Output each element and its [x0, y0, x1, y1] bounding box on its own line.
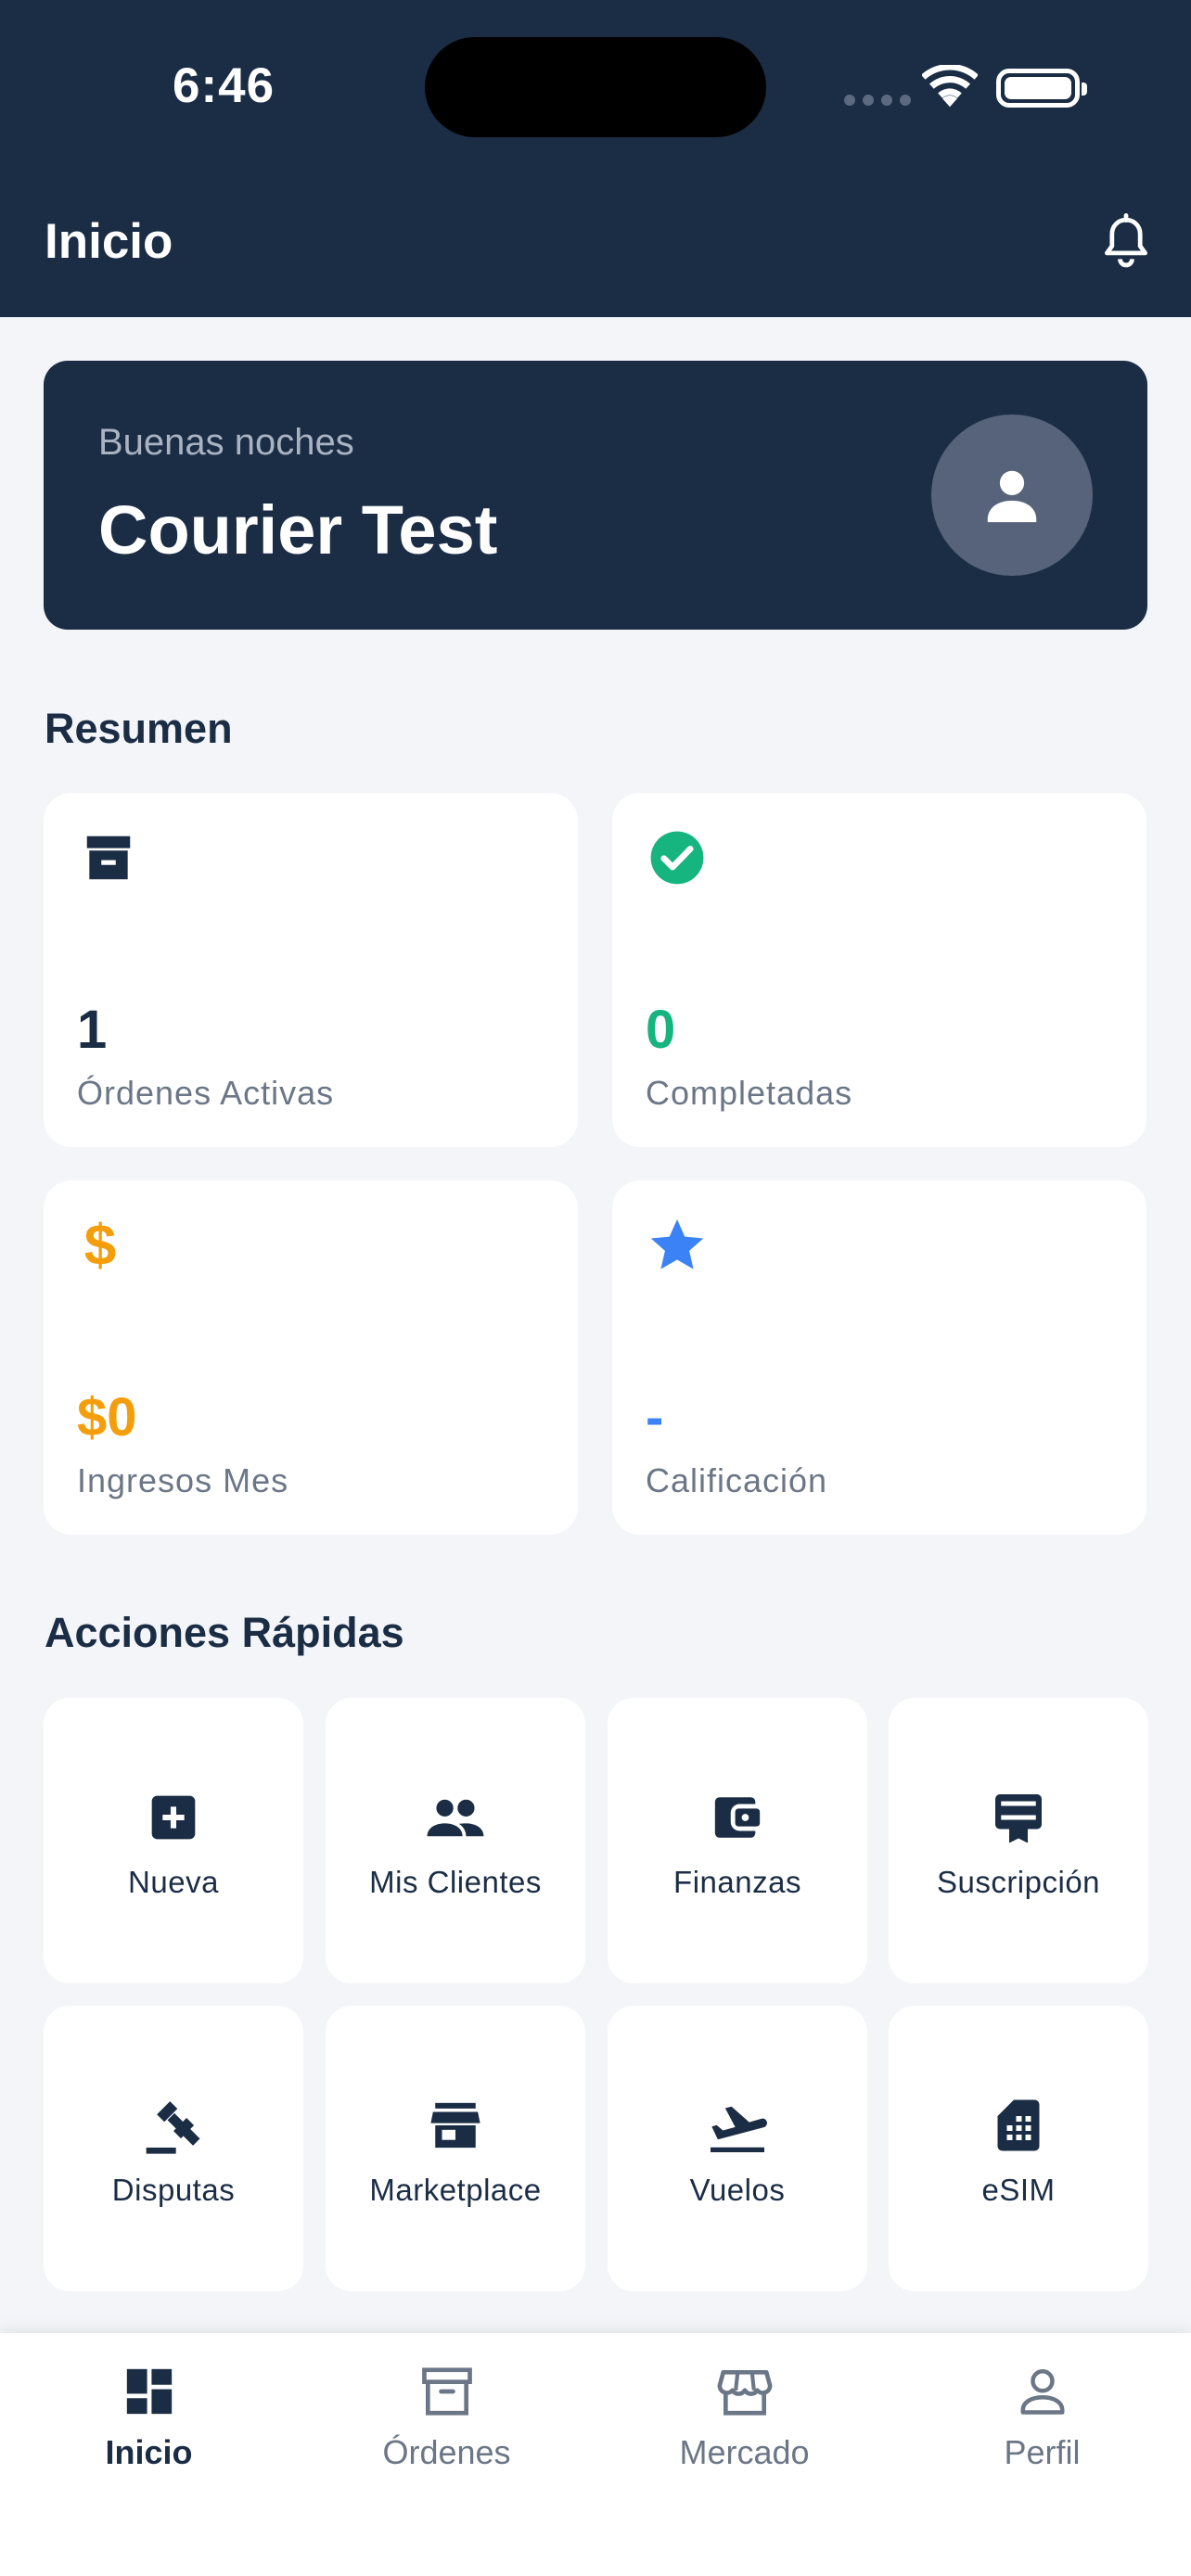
quick-actions-section-title: Acciones Rápidas	[45, 1609, 404, 1656]
action-label: Disputas	[111, 2173, 236, 2207]
stat-card-active-orders[interactable]: 1 Órdenes Activas	[44, 793, 578, 1147]
wallet-icon	[707, 1787, 768, 1848]
action-flights-button[interactable]: Vuelos	[608, 2006, 867, 2291]
action-label: Nueva	[128, 1865, 219, 1899]
action-my-clients-button[interactable]: Mis Clientes	[326, 1698, 585, 1983]
action-subscription-button[interactable]: Suscripción	[889, 1698, 1148, 1983]
sim-card-icon	[988, 2095, 1049, 2156]
nav-label: Perfil	[1004, 2433, 1081, 2471]
stat-card-rating[interactable]: - Calificación	[612, 1180, 1146, 1535]
archive-icon	[77, 826, 140, 889]
stat-card-monthly-income[interactable]: $ $0 Ingresos Mes	[44, 1180, 578, 1535]
user-name: Courier Test	[98, 491, 498, 568]
dynamic-island	[425, 37, 766, 137]
action-label: Finanzas	[673, 1865, 801, 1899]
notifications-bell-icon[interactable]	[1102, 213, 1150, 271]
nav-tab-inicio[interactable]: Inicio	[0, 2359, 298, 2472]
action-marketplace-button[interactable]: Marketplace	[326, 2006, 585, 2291]
active-orders-label: Órdenes Activas	[77, 1074, 335, 1112]
person-icon	[1010, 2359, 1075, 2424]
action-label: Vuelos	[689, 2173, 786, 2207]
action-disputes-button[interactable]: Disputas	[44, 2006, 303, 2291]
battery-icon	[996, 69, 1087, 108]
page-title: Inicio	[45, 214, 173, 269]
summary-section-title: Resumen	[45, 705, 233, 752]
action-finances-button[interactable]: Finanzas	[608, 1698, 867, 1983]
nav-label: Órdenes	[382, 2433, 511, 2471]
archive-outline-icon	[415, 2359, 480, 2424]
nav-tab-ordenes[interactable]: Órdenes	[298, 2359, 596, 2472]
store-icon	[425, 2095, 486, 2156]
action-label: Marketplace	[369, 2173, 542, 2207]
nav-tab-mercado[interactable]: Mercado	[596, 2359, 893, 2472]
cellular-signal-icon	[844, 95, 911, 106]
bottom-navigation: Inicio Órdenes Mercado Perfil	[0, 2333, 1191, 2576]
monthly-income-value: $0	[77, 1387, 137, 1447]
completed-value: 0	[646, 1000, 676, 1060]
add-box-icon	[143, 1787, 204, 1848]
rating-label: Calificación	[646, 1461, 828, 1499]
gavel-icon	[143, 2095, 204, 2156]
dashboard-icon	[117, 2359, 182, 2424]
nav-tab-perfil[interactable]: Perfil	[893, 2359, 1191, 2472]
monthly-income-label: Ingresos Mes	[77, 1461, 289, 1499]
top-app-bar: 6:46 Inicio	[0, 0, 1191, 317]
nav-label: Mercado	[679, 2433, 810, 2471]
dollar-icon: $	[83, 1213, 117, 1278]
action-label: Suscripción	[936, 1865, 1101, 1899]
person-icon	[987, 470, 1037, 523]
storefront-icon	[712, 2359, 777, 2424]
flight-takeoff-icon	[707, 2095, 768, 2156]
card-membership-icon	[988, 1787, 1049, 1848]
avatar[interactable]	[931, 414, 1093, 576]
star-icon	[646, 1214, 709, 1277]
people-icon	[425, 1787, 486, 1848]
status-time: 6:46	[173, 58, 275, 113]
stat-card-completed[interactable]: 0 Completadas	[612, 793, 1146, 1147]
check-circle-icon	[646, 826, 709, 889]
greeting-card: Buenas noches Courier Test	[44, 361, 1147, 630]
wifi-icon	[922, 65, 978, 108]
rating-value: -	[646, 1387, 664, 1447]
action-label: eSIM	[981, 2173, 1056, 2207]
action-new-button[interactable]: Nueva	[44, 1698, 303, 1983]
completed-label: Completadas	[646, 1074, 853, 1112]
greeting-subtitle: Buenas noches	[98, 422, 354, 463]
action-esim-button[interactable]: eSIM	[889, 2006, 1148, 2291]
active-orders-value: 1	[77, 1000, 108, 1060]
action-label: Mis Clientes	[369, 1865, 542, 1899]
nav-label: Inicio	[105, 2433, 193, 2471]
